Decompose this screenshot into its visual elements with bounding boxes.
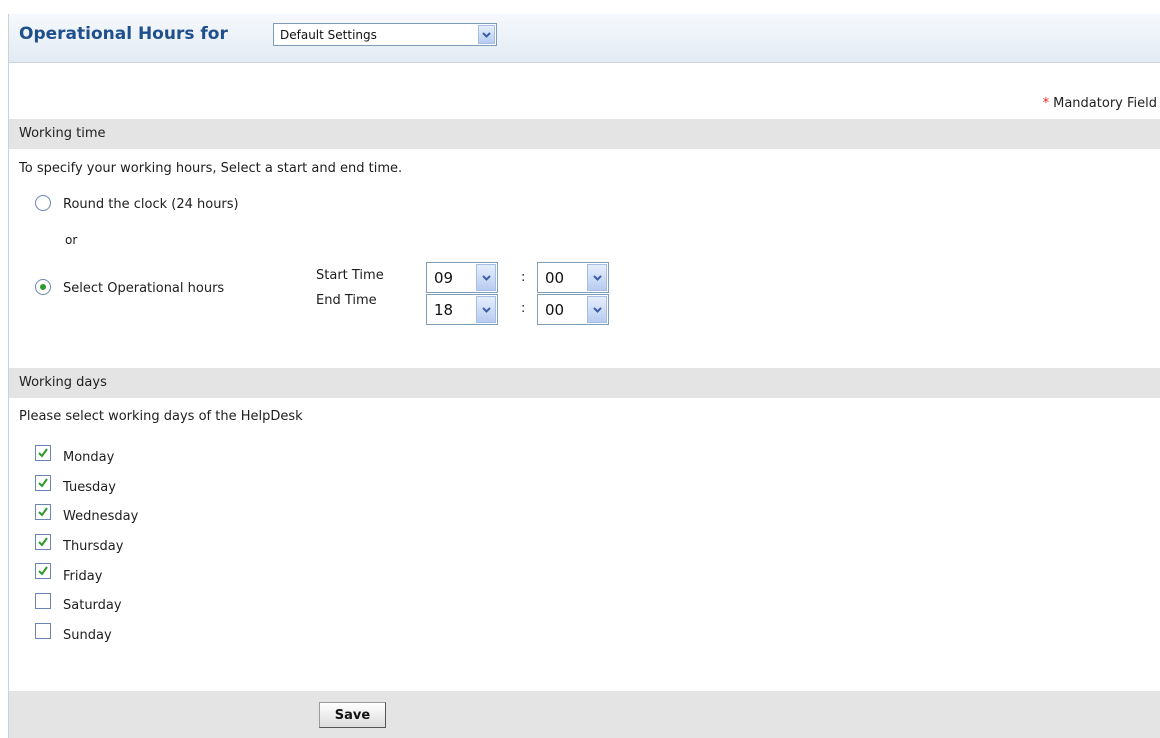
checkbox-monday[interactable] xyxy=(35,445,51,461)
chevron-down-icon[interactable] xyxy=(476,296,496,323)
save-button[interactable]: Save xyxy=(319,702,386,728)
settings-select[interactable]: Default Settings xyxy=(273,23,497,46)
end-hour-select[interactable]: 18 xyxy=(426,294,498,325)
checkbox-sunday[interactable] xyxy=(35,623,51,639)
day-label-monday: Monday xyxy=(63,450,115,465)
start-minute-select[interactable]: 00 xyxy=(537,262,609,293)
day-label-friday: Friday xyxy=(63,569,103,584)
chevron-down-icon[interactable] xyxy=(587,296,607,323)
day-label-tuesday: Tuesday xyxy=(63,480,116,495)
end-hour-value: 18 xyxy=(434,301,454,319)
page-title: Operational Hours for xyxy=(19,24,228,44)
radio-round-the-clock[interactable] xyxy=(35,195,51,211)
or-text: or xyxy=(65,233,78,247)
start-minute-value: 00 xyxy=(545,269,565,287)
required-star-icon: * xyxy=(1042,96,1050,111)
checkbox-saturday[interactable] xyxy=(35,593,51,609)
working-days-title: Working days xyxy=(19,375,107,390)
start-time-label: Start Time xyxy=(316,268,384,283)
time-separator: : xyxy=(521,301,526,316)
check-icon xyxy=(38,566,48,576)
checkbox-tuesday[interactable] xyxy=(35,475,51,491)
mandatory-note-text: Mandatory Field xyxy=(1053,96,1157,111)
check-icon xyxy=(38,507,48,517)
chevron-down-icon[interactable] xyxy=(476,264,496,291)
settings-select-value: Default Settings xyxy=(280,28,377,42)
chevron-down-icon[interactable] xyxy=(587,264,607,291)
panel-header: Operational Hours for Default Settings xyxy=(9,14,1160,63)
radio-operational-hours[interactable] xyxy=(35,279,51,295)
working-time-title: Working time xyxy=(19,126,106,141)
day-label-sunday: Sunday xyxy=(63,628,112,643)
start-hour-select[interactable]: 09 xyxy=(426,262,498,293)
end-minute-select[interactable]: 00 xyxy=(537,294,609,325)
operational-hours-label: Select Operational hours xyxy=(63,281,225,296)
working-days-header: Working days xyxy=(9,368,1160,398)
checkbox-friday[interactable] xyxy=(35,563,51,579)
end-minute-value: 00 xyxy=(545,301,565,319)
mandatory-note: * Mandatory Field xyxy=(1043,96,1157,111)
day-label-thursday: Thursday xyxy=(63,539,124,554)
working-time-instruction: To specify your working hours, Select a … xyxy=(19,161,403,176)
time-separator: : xyxy=(521,270,526,285)
day-label-saturday: Saturday xyxy=(63,598,122,613)
check-icon xyxy=(38,478,48,488)
working-days-instruction: Please select working days of the HelpDe… xyxy=(19,409,303,424)
checkbox-thursday[interactable] xyxy=(35,534,51,550)
check-icon xyxy=(38,448,48,458)
form-footer: Save xyxy=(9,691,1160,738)
check-icon xyxy=(38,537,48,547)
checkbox-wednesday[interactable] xyxy=(35,504,51,520)
operational-hours-panel: Operational Hours for Default Settings *… xyxy=(8,14,1160,738)
chevron-down-icon[interactable] xyxy=(478,25,495,44)
end-time-label: End Time xyxy=(316,293,377,308)
working-time-header: Working time xyxy=(9,119,1160,149)
round-the-clock-label: Round the clock (24 hours) xyxy=(63,197,239,212)
day-label-wednesday: Wednesday xyxy=(63,509,139,524)
start-hour-value: 09 xyxy=(434,269,454,287)
